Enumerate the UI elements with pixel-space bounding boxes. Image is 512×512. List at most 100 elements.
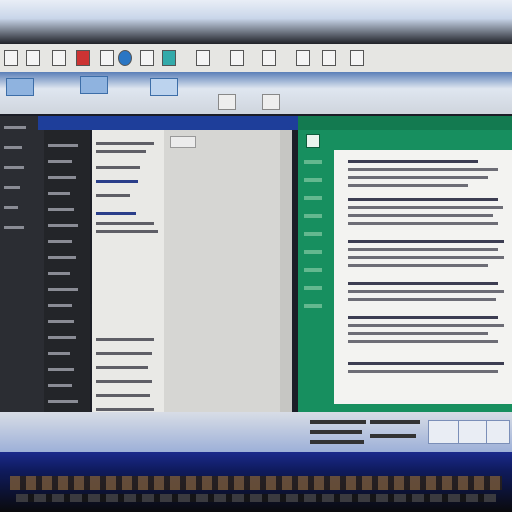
nav-item[interactable]	[48, 160, 72, 163]
doc-line	[348, 298, 496, 301]
list-item[interactable]	[96, 338, 154, 341]
list-item[interactable]	[96, 212, 136, 215]
document-titlebar[interactable]	[298, 116, 512, 130]
page-icon[interactable]	[262, 50, 276, 66]
panel-item[interactable]	[304, 232, 322, 236]
nav-item[interactable]	[48, 352, 70, 355]
sidebar-item[interactable]	[4, 206, 18, 209]
doc-line	[348, 340, 498, 343]
navigation-pane	[44, 130, 90, 412]
window-icon[interactable]	[26, 50, 40, 66]
nav-item[interactable]	[48, 400, 78, 403]
list-item[interactable]	[96, 230, 158, 233]
doc-line	[348, 168, 498, 171]
sidebar-item[interactable]	[4, 146, 22, 149]
sidebar-item[interactable]	[4, 226, 24, 229]
panel-item[interactable]	[304, 304, 322, 308]
list-item[interactable]	[96, 352, 152, 355]
sync-icon[interactable]	[262, 94, 280, 110]
list-item[interactable]	[96, 222, 154, 225]
sidebar-item[interactable]	[4, 186, 20, 189]
window-titlebar[interactable]	[38, 116, 300, 130]
folder-icon[interactable]	[296, 50, 310, 66]
status-item	[370, 434, 416, 438]
preview-tab[interactable]	[170, 136, 196, 148]
tool-icon[interactable]	[428, 420, 460, 444]
status-area	[0, 412, 512, 452]
list-item[interactable]	[96, 180, 138, 183]
panel-item[interactable]	[304, 268, 322, 272]
doc-line	[348, 316, 498, 319]
list-item[interactable]	[96, 408, 154, 411]
status-item	[310, 420, 366, 424]
document-icon[interactable]	[4, 50, 18, 66]
status-item	[310, 430, 362, 434]
keyboard-area	[0, 452, 512, 512]
app-icon[interactable]	[100, 50, 114, 66]
chart-icon[interactable]	[76, 50, 90, 66]
monitor-bezel	[0, 0, 512, 46]
nav-item[interactable]	[48, 288, 78, 291]
doc-line	[348, 282, 498, 285]
sidebar-item[interactable]	[4, 166, 24, 169]
nav-item[interactable]	[48, 304, 72, 307]
nav-item[interactable]	[48, 176, 76, 179]
sync-icon[interactable]	[150, 78, 178, 96]
book-icon[interactable]	[196, 50, 210, 66]
panel-item[interactable]	[304, 214, 322, 218]
keyboard-keys	[10, 476, 502, 490]
panel-item[interactable]	[304, 178, 322, 182]
share-icon[interactable]	[350, 50, 364, 66]
nav-item[interactable]	[48, 272, 70, 275]
panel-item[interactable]	[304, 250, 322, 254]
doc-line	[348, 256, 504, 259]
sidebar-item[interactable]	[4, 126, 26, 129]
nav-item[interactable]	[48, 192, 70, 195]
chat-icon[interactable]	[486, 420, 510, 444]
nav-item[interactable]	[48, 144, 78, 147]
list-item[interactable]	[96, 366, 148, 369]
list-item[interactable]	[96, 142, 154, 145]
doc-line	[348, 362, 504, 365]
nav-item[interactable]	[48, 208, 74, 211]
folder-icon[interactable]	[52, 50, 66, 66]
grid-icon[interactable]	[162, 50, 176, 66]
doc-line	[348, 198, 498, 201]
list-item[interactable]	[96, 166, 140, 169]
globe-icon[interactable]	[118, 50, 132, 66]
app-icon	[306, 134, 320, 148]
nav-item[interactable]	[48, 224, 78, 227]
image-icon[interactable]	[140, 50, 154, 66]
scrollbar[interactable]	[280, 130, 292, 412]
nav-item[interactable]	[48, 336, 76, 339]
view-icon[interactable]	[218, 94, 236, 110]
list-item[interactable]	[96, 380, 152, 383]
doc-line	[348, 222, 498, 225]
panel-item[interactable]	[304, 196, 322, 200]
nav-item[interactable]	[48, 320, 74, 323]
doc-line	[348, 184, 468, 187]
nav-item[interactable]	[48, 256, 76, 259]
doc-line	[348, 264, 488, 267]
settings-icon[interactable]	[322, 50, 336, 66]
doc-line	[348, 324, 504, 327]
list-item[interactable]	[96, 394, 150, 397]
list-item[interactable]	[96, 194, 130, 197]
nav-item[interactable]	[48, 368, 74, 371]
view-icon[interactable]	[80, 76, 108, 94]
doc-line	[348, 214, 493, 217]
nav-item[interactable]	[48, 240, 72, 243]
preview-area	[164, 130, 292, 412]
document-page[interactable]	[334, 150, 512, 404]
panel-item[interactable]	[304, 286, 322, 290]
status-item	[370, 420, 420, 424]
file-list	[92, 130, 165, 412]
nav-item[interactable]	[48, 384, 72, 387]
panel-item[interactable]	[304, 160, 322, 164]
mail-icon[interactable]	[230, 50, 244, 66]
screen	[0, 44, 512, 452]
quick-toolbar	[0, 44, 512, 73]
list-item[interactable]	[96, 150, 146, 153]
layout-icon[interactable]	[6, 78, 34, 96]
doc-line	[348, 206, 503, 209]
